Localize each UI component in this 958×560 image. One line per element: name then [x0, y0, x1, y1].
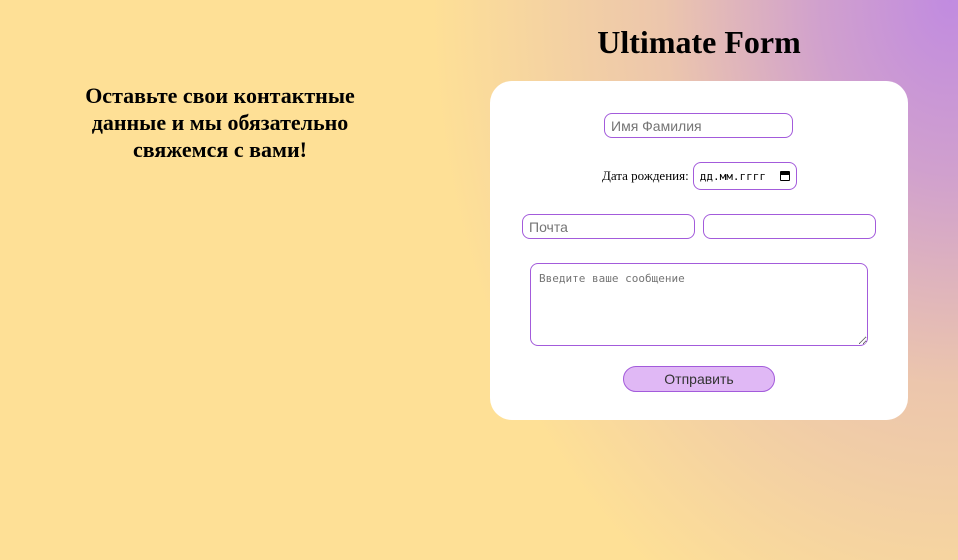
submit-button[interactable]: Отправить	[623, 366, 775, 392]
page-title: Ultimate Form	[597, 24, 801, 60]
birthdate-label: Дата рождения:	[602, 168, 689, 183]
message-textarea[interactable]	[530, 263, 868, 346]
full-name-input[interactable]	[604, 113, 793, 138]
birthdate-input[interactable]: дд.мм.гггг	[692, 162, 797, 190]
phone-input[interactable]	[703, 214, 876, 239]
calendar-icon[interactable]	[779, 171, 790, 181]
contact-form-card: Дата рождения: дд.мм.гггг Отправить	[490, 81, 908, 420]
birthdate-placeholder: дд.мм.гггг	[699, 169, 766, 183]
contact-invitation-text: Оставьте свои контактные данные и мы обя…	[85, 83, 355, 162]
email-input[interactable]	[522, 214, 695, 239]
birthdate-row: Дата рождения: дд.мм.гггг	[602, 162, 797, 190]
